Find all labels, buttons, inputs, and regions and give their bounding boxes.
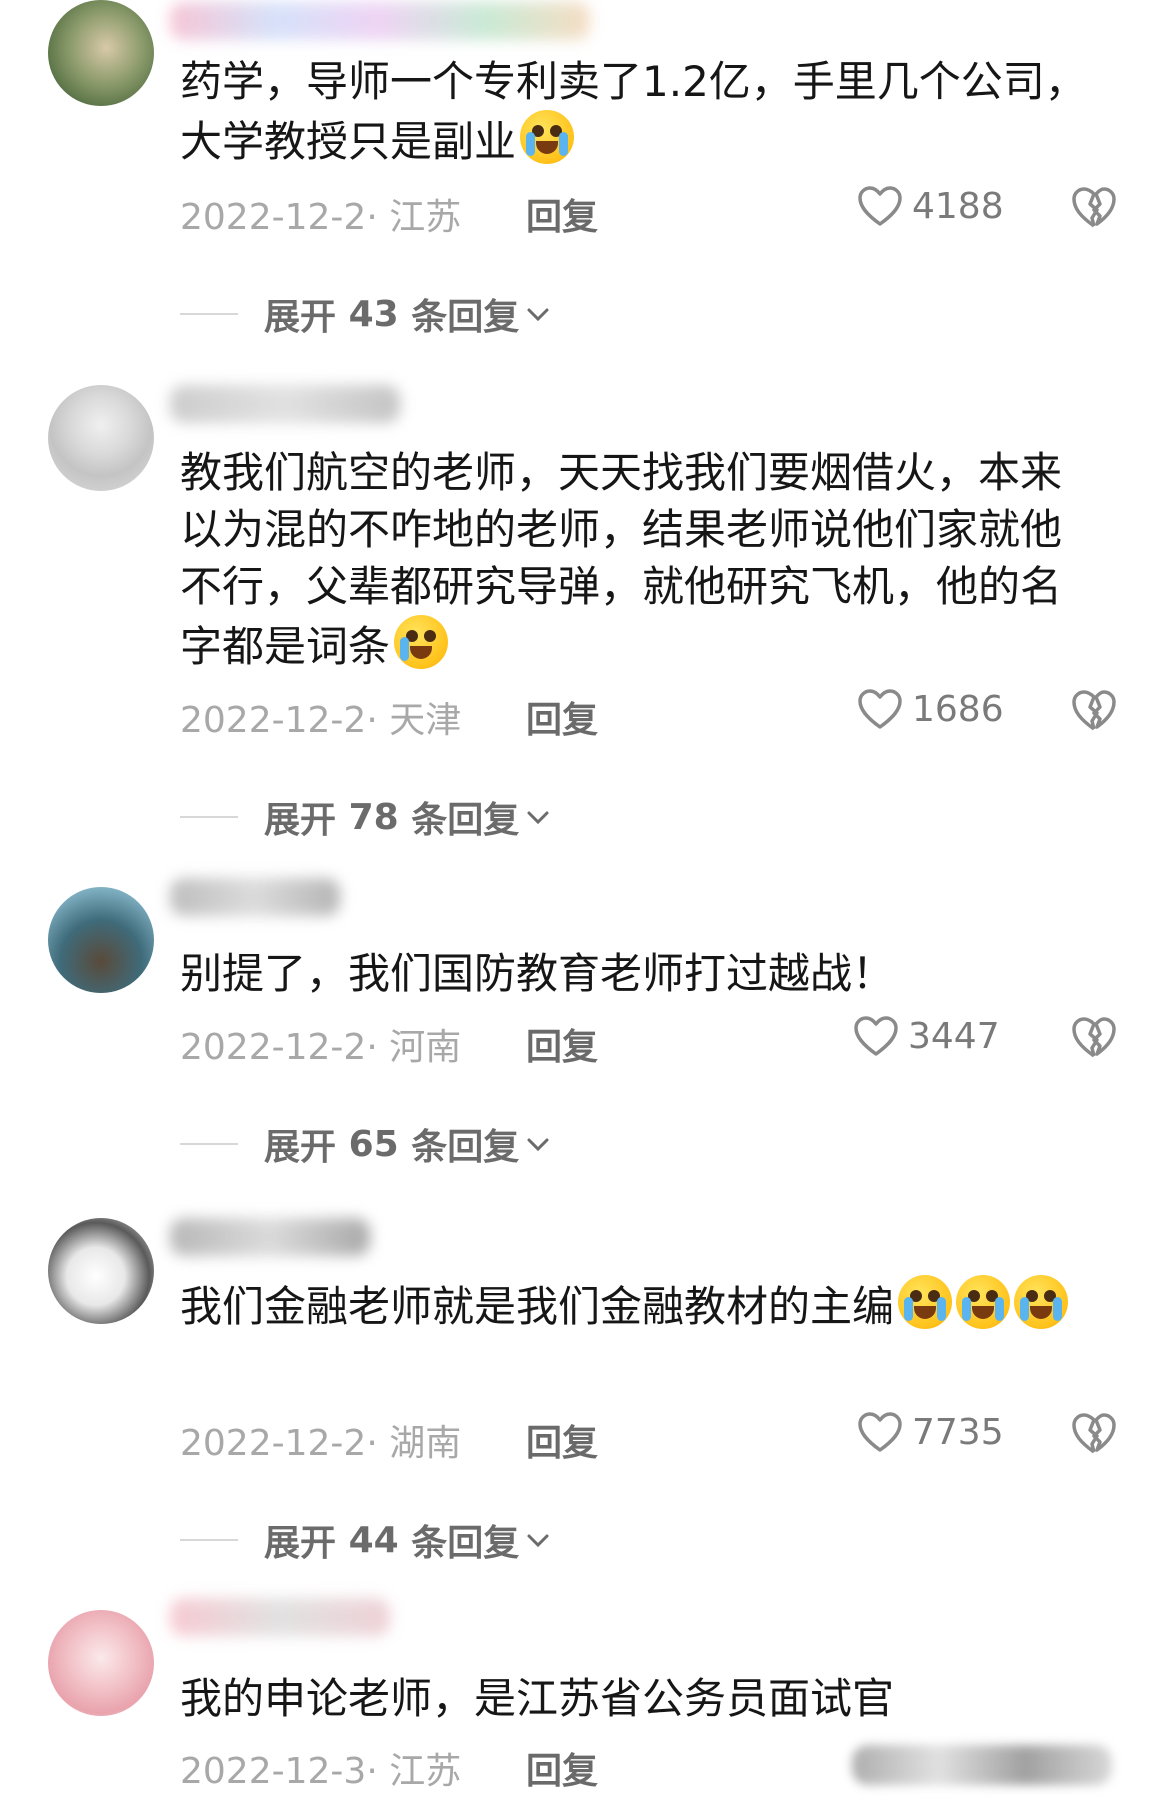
avatar[interactable] — [48, 0, 154, 106]
heart-outline-icon — [858, 689, 902, 729]
divider — [180, 313, 238, 315]
heart-outline-icon — [854, 1016, 898, 1056]
reply-count: 78 — [348, 796, 399, 838]
reply-count: 43 — [348, 293, 399, 335]
reply-button[interactable]: 回复 — [526, 1742, 598, 1794]
expand-label: 展开 — [264, 800, 337, 841]
expand-label: 展开 — [264, 1523, 337, 1564]
crying-laughing-icon — [956, 1275, 1011, 1329]
comment-body: 我们金融老师就是我们金融教材的主编 — [180, 1282, 895, 1331]
reply-count: 44 — [348, 1519, 399, 1561]
broken-heart-icon — [1072, 690, 1116, 731]
username[interactable] — [170, 2, 590, 40]
comment-date-location: 2022-12-2· 湖南 — [180, 1423, 462, 1464]
reply-count: 65 — [348, 1123, 399, 1165]
reply-button[interactable]: 回复 — [526, 1414, 598, 1466]
comment-body: 药学，导师一个专利卖了1.2亿，手里几个公司，大学教授只是副业 — [180, 57, 1087, 166]
expand-replies-button[interactable]: 展开 65 条回复 — [180, 1118, 553, 1170]
dislike-button[interactable] — [1070, 1014, 1118, 1069]
like-count: 4188 — [912, 185, 1004, 227]
like-count: 3447 — [908, 1015, 1000, 1057]
expand-suffix: 条回复 — [411, 800, 520, 841]
expand-replies-button[interactable]: 展开 78 条回复 — [180, 791, 553, 843]
username[interactable] — [170, 385, 400, 423]
comment-body: 我的申论老师，是江苏省公务员面试官 — [180, 1674, 895, 1723]
avatar[interactable] — [48, 385, 154, 491]
comment-meta: 2022-12-2· 湖南 回复 7735 — [180, 1410, 1130, 1464]
divider — [180, 1143, 238, 1145]
broken-heart-icon — [1072, 1413, 1116, 1454]
like-button[interactable]: 4188 — [856, 184, 1004, 228]
avatar[interactable] — [48, 1610, 154, 1716]
crying-laughing-icon — [898, 1275, 953, 1329]
chevron-down-icon — [527, 308, 549, 322]
like-count: 7735 — [912, 1411, 1004, 1453]
dislike-button[interactable] — [1070, 184, 1118, 239]
chevron-down-icon — [527, 1138, 549, 1152]
chevron-down-icon — [527, 1534, 549, 1548]
expand-suffix: 条回复 — [411, 1127, 520, 1168]
comment-meta: 2022-12-2· 江苏 回复 4188 — [180, 184, 1130, 238]
heart-outline-icon — [858, 1412, 902, 1452]
comment-body: 教我们航空的老师，天天找我们要烟借火，本来以为混的不咋地的老师，结果老师说他们家… — [180, 448, 1063, 671]
expand-label: 展开 — [264, 297, 337, 338]
reply-button[interactable]: 回复 — [526, 1018, 598, 1070]
reply-button[interactable]: 回复 — [526, 188, 598, 240]
comment-date-location: 2022-12-3· 江苏 — [180, 1751, 462, 1792]
crying-laughing-icon — [1014, 1275, 1069, 1329]
comment-text: 教我们航空的老师，天天找我们要烟借火，本来以为混的不咋地的老师，结果老师说他们家… — [180, 444, 1100, 675]
crying-face-icon — [520, 110, 575, 164]
like-button[interactable]: 7735 — [856, 1410, 1004, 1454]
username[interactable] — [170, 878, 340, 916]
reply-button[interactable]: 回复 — [526, 691, 598, 743]
like-count: 1686 — [912, 688, 1004, 730]
dislike-button[interactable] — [1070, 687, 1118, 742]
username[interactable] — [170, 1218, 370, 1256]
expand-replies-button[interactable]: 展开 43 条回复 — [180, 288, 553, 340]
comment-text: 药学，导师一个专利卖了1.2亿，手里几个公司，大学教授只是副业 — [180, 53, 1100, 170]
divider — [180, 816, 238, 818]
comment-text: 我们金融老师就是我们金融教材的主编 — [180, 1275, 1100, 1335]
broken-heart-icon — [1072, 187, 1116, 228]
like-button[interactable]: 3447 — [852, 1014, 1000, 1058]
expand-suffix: 条回复 — [411, 1523, 520, 1564]
comment-text: 别提了，我们国防教育老师打过越战！ — [180, 945, 1100, 1002]
comment-date-location: 2022-12-2· 江苏 — [180, 197, 462, 238]
username[interactable] — [170, 1598, 390, 1636]
expand-suffix: 条回复 — [411, 297, 520, 338]
expand-label: 展开 — [264, 1127, 337, 1168]
comment-body: 别提了，我们国防教育老师打过越战！ — [180, 949, 895, 998]
dislike-button[interactable] — [1070, 1410, 1118, 1465]
comment-meta: 2022-12-2· 天津 回复 1686 — [180, 687, 1130, 741]
chevron-down-icon — [527, 811, 549, 825]
avatar[interactable] — [48, 887, 154, 993]
broken-heart-icon — [1072, 1017, 1116, 1058]
comment-text: 我的申论老师，是江苏省公务员面试官 — [180, 1670, 1100, 1727]
like-button[interactable]: 1686 — [856, 687, 1004, 731]
comment-date-location: 2022-12-2· 河南 — [180, 1027, 462, 1068]
watermark — [852, 1745, 1112, 1785]
heart-outline-icon — [858, 186, 902, 226]
divider — [180, 1539, 238, 1541]
avatar[interactable] — [48, 1218, 154, 1324]
rolling-laughing-icon — [394, 615, 449, 669]
comment-date-location: 2022-12-2· 天津 — [180, 700, 462, 741]
expand-replies-button[interactable]: 展开 44 条回复 — [180, 1514, 553, 1566]
comment-feed: 药学，导师一个专利卖了1.2亿，手里几个公司，大学教授只是副业 2022-12-… — [0, 0, 1170, 1804]
comment-meta: 2022-12-2· 河南 回复 3447 — [180, 1014, 1130, 1068]
